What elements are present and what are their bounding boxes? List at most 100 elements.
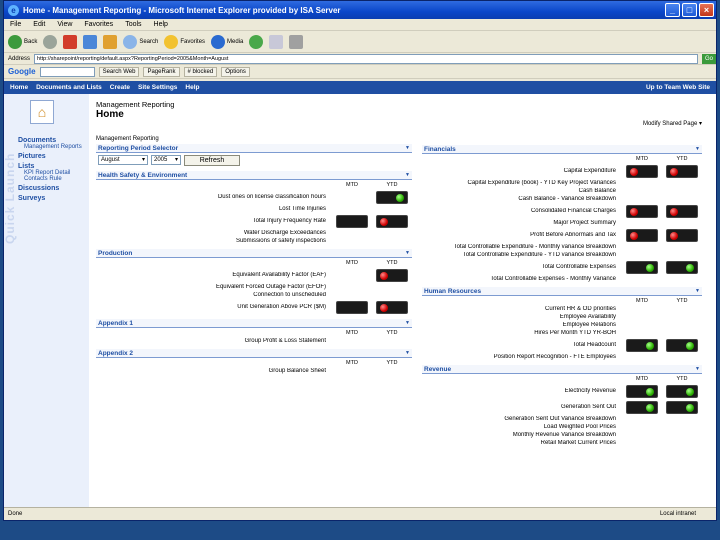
nav-home[interactable]: Home <box>10 84 28 91</box>
refresh-button[interactable]: Refresh <box>184 154 240 166</box>
menu-edit[interactable]: Edit <box>33 21 45 28</box>
ql-lists[interactable]: Lists <box>18 163 88 170</box>
hse-webpart: Health Safety & Environment ▼ MTD YTD Dust o… <box>96 171 412 245</box>
menu-view[interactable]: View <box>57 21 72 28</box>
nav-documents-lists[interactable]: Documents and Lists <box>36 84 102 91</box>
webpart-menu-icon[interactable]: ▼ <box>405 172 410 178</box>
google-options-button[interactable]: Options <box>221 66 250 77</box>
kpi-link[interactable]: Total Injury Frequency Rate <box>96 218 332 224</box>
kpi-link[interactable]: Group Profit & Loss Statement <box>96 338 332 344</box>
menu-help[interactable]: Help <box>154 21 168 28</box>
kpi-link[interactable]: Profit Before Abnormals and Tax <box>422 232 622 238</box>
kpi-link[interactable]: Hires Per Month YTD YR-BOH <box>422 330 622 336</box>
ql-contacts-rule[interactable]: Contacts Rule <box>18 176 88 182</box>
back-button[interactable]: Back <box>8 34 37 49</box>
print-button[interactable] <box>289 34 304 49</box>
year-select[interactable]: 2005 ▾ <box>151 155 181 165</box>
kpi-link[interactable]: Water Discharge Exceedances <box>96 230 332 236</box>
home-button[interactable] <box>103 34 118 49</box>
kpi-link[interactable]: Position Report Recognition - FTE Employ… <box>422 354 622 360</box>
webpart-menu-icon[interactable]: ▼ <box>695 288 700 294</box>
kpi-row: Total Controllable Expenditure - Monthly… <box>422 243 702 251</box>
ql-management-reports[interactable]: Management Reports <box>18 144 88 150</box>
menu-favorites[interactable]: Favorites <box>84 21 113 28</box>
ql-discussions[interactable]: Discussions <box>18 185 88 192</box>
kpi-link[interactable]: Cash Balance - Variance Breakdown <box>422 196 622 202</box>
kpi-link[interactable]: Equivalent Forced Outage Factor (EFOF) <box>96 284 332 290</box>
history-button[interactable] <box>249 34 264 49</box>
webpart-menu-icon[interactable]: ▼ <box>405 250 410 256</box>
kpi-link[interactable]: Group Balance Sheet <box>96 368 332 374</box>
kpi-link[interactable]: Generation Sent Out Variance Breakdown <box>422 416 622 422</box>
menu-tools[interactable]: Tools <box>125 21 141 28</box>
kpi-link[interactable]: Capital Expenditure (book) - YTD Key Pro… <box>422 180 622 186</box>
kpi-link[interactable]: Generation Sent Out <box>422 404 622 410</box>
mtd-header: MTD <box>346 181 358 188</box>
hse-column-headers: MTD YTD <box>96 180 412 189</box>
close-button[interactable]: × <box>699 3 714 17</box>
kpi-link[interactable]: Cash Balance <box>422 188 622 194</box>
kpi-link[interactable]: Load Weighted Pool Prices <box>422 424 622 430</box>
kpi-link[interactable]: Capital Expenditure <box>422 168 622 174</box>
kpi-link[interactable]: Consolidated Financial Charges <box>422 208 622 214</box>
month-select[interactable]: August ▾ <box>98 155 148 165</box>
kpi-link[interactable]: Total Controllable Expenses <box>422 264 622 270</box>
kpi-link[interactable]: Connection to unscheduled <box>96 292 332 298</box>
favorites-button[interactable]: Favorites <box>164 34 205 49</box>
search-web-button[interactable]: Search Web <box>98 66 140 77</box>
webpart-menu-icon[interactable]: ▼ <box>405 145 410 151</box>
maximize-button[interactable]: □ <box>682 3 697 17</box>
refresh-page-button[interactable] <box>83 34 98 49</box>
kpi-link[interactable]: Submissions of safety inspections <box>96 238 332 244</box>
nav-site-settings[interactable]: Site Settings <box>138 84 177 91</box>
webpart-menu-icon[interactable]: ▼ <box>695 146 700 152</box>
ql-pictures[interactable]: Pictures <box>18 153 88 160</box>
modify-shared-page-link[interactable]: Modify Shared Page ▾ <box>643 120 702 127</box>
pagerank-button[interactable]: PageRank <box>143 66 180 77</box>
kpi-link[interactable]: Total Controllable Expenses - Monthly Va… <box>422 276 622 282</box>
stop-button[interactable] <box>63 34 78 49</box>
google-search-input[interactable] <box>39 66 95 77</box>
home-icon <box>103 34 118 49</box>
nav-help[interactable]: Help <box>185 84 199 91</box>
up-to-team-site-link[interactable]: Up to Team Web Site <box>646 84 710 91</box>
forward-button[interactable] <box>43 34 58 49</box>
go-button[interactable]: Go <box>701 53 716 64</box>
site-name: Management Reporting <box>96 100 175 109</box>
ql-surveys[interactable]: Surveys <box>18 195 88 202</box>
browser-window: e Home - Management Reporting - Microsof… <box>3 0 717 521</box>
kpi-link[interactable]: Dust ones on license classification hour… <box>96 194 332 200</box>
nav-create[interactable]: Create <box>110 84 130 91</box>
kpi-link[interactable]: Retail Market Current Prices <box>422 440 622 446</box>
status-dot <box>670 167 678 176</box>
kpi-link[interactable]: Total Controllable Expenditure - YTD var… <box>422 252 622 258</box>
kpi-link[interactable]: Total Controllable Expenditure - Monthly… <box>422 244 622 250</box>
minimize-button[interactable]: _ <box>665 3 680 17</box>
traffic-light-green-icon <box>626 400 658 414</box>
address-input[interactable]: http://sharepoint/reporting/default.aspx… <box>34 53 698 64</box>
kpi-link[interactable]: Total Headcount <box>422 342 622 348</box>
kpi-link[interactable]: Monthly Revenue Variance Breakdown <box>422 432 622 438</box>
ql-documents[interactable]: Documents <box>18 137 88 144</box>
kpi-link[interactable]: Current HR & OD priorities <box>422 306 622 312</box>
kpi-link[interactable]: Employee Relations <box>422 322 622 328</box>
kpi-link[interactable]: Employee Availability <box>422 314 622 320</box>
kpi-link[interactable]: Equivalent Availability Factor (EAF) <box>96 272 332 278</box>
media-button[interactable]: Media <box>211 34 243 49</box>
kpi-row: Profit Before Abnormals and Tax <box>422 227 702 243</box>
sharepoint-top-nav: Home Documents and Lists Create Site Set… <box>4 81 716 94</box>
kpi-link[interactable]: Electricity Revenue <box>422 388 622 394</box>
menu-file[interactable]: File <box>10 21 21 28</box>
kpi-link[interactable]: Major Project Summary <box>422 220 622 226</box>
status-bar: Done Local intranet <box>4 507 716 520</box>
webpart-menu-icon[interactable]: ▼ <box>405 320 410 326</box>
ytd-header: YTD <box>676 155 688 162</box>
kpi-link[interactable]: Lost Time Injuries <box>96 206 332 212</box>
webpart-menu-icon[interactable]: ▼ <box>695 366 700 372</box>
kpi-row: Group Profit & Loss Statement <box>96 337 412 345</box>
kpi-link[interactable]: Unit Generation Above PCR ($M) <box>96 304 332 310</box>
mail-button[interactable] <box>269 34 284 49</box>
search-button[interactable]: Search <box>123 34 158 49</box>
webpart-menu-icon[interactable]: ▼ <box>405 350 410 356</box>
popup-blocked-button[interactable]: # blocked <box>183 66 218 77</box>
